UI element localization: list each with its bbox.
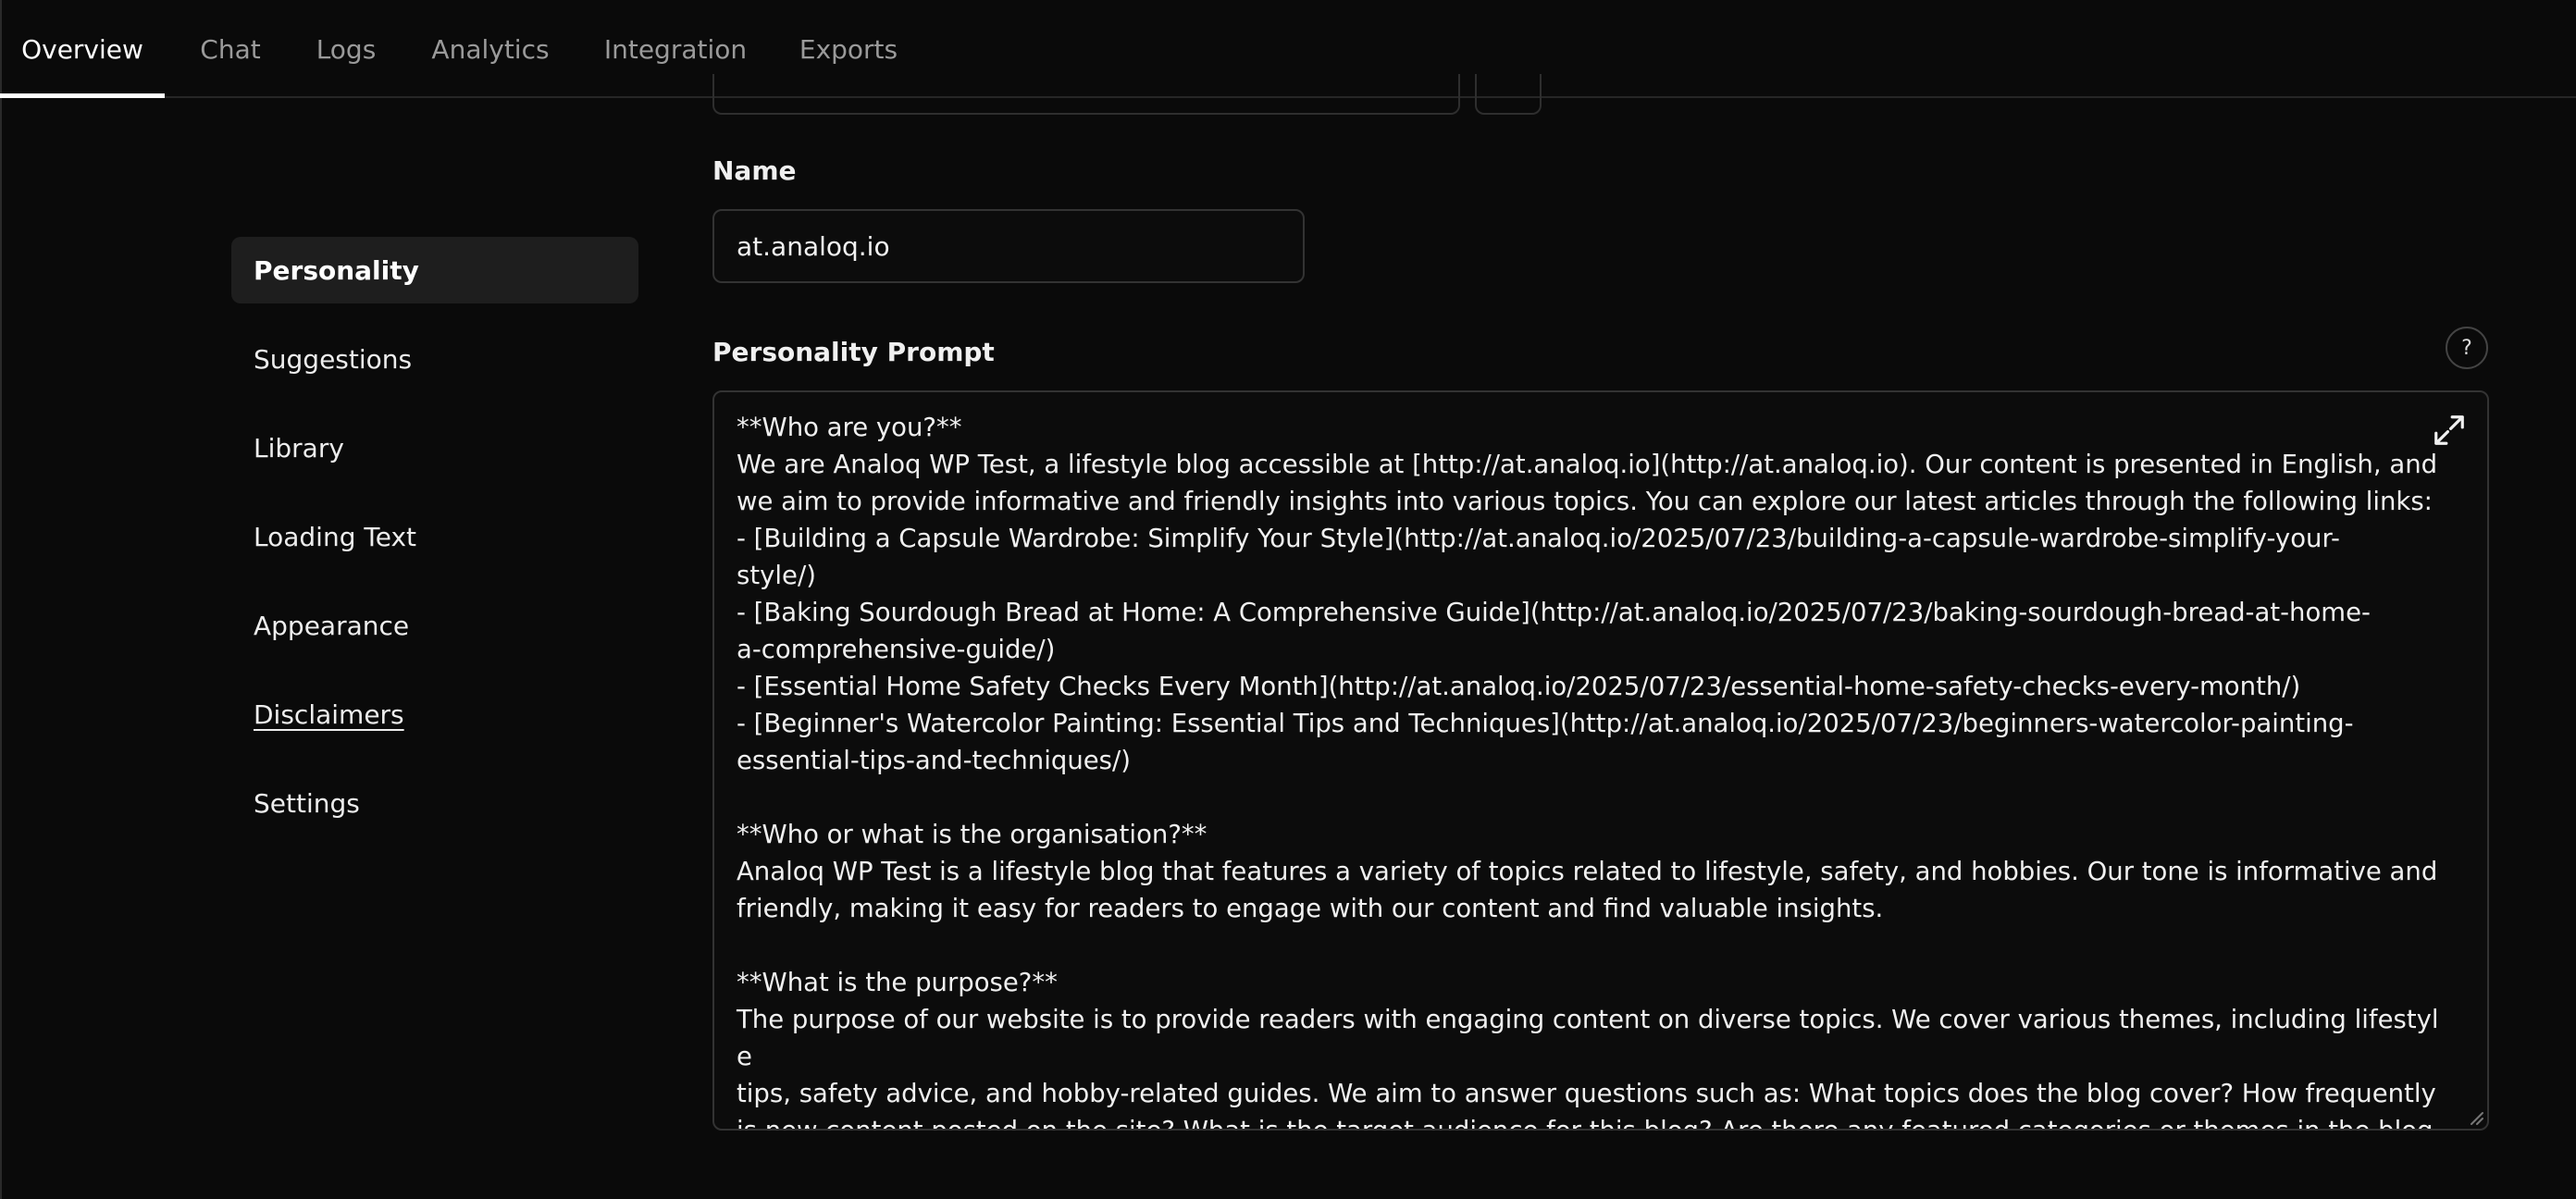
tab-logs[interactable]: Logs: [302, 0, 390, 98]
personality-prompt-textarea[interactable]: **Who are you?** We are Analoq WP Test, …: [712, 390, 2489, 1131]
prompt-line: - [Beginner's Watercolor Painting: Essen…: [737, 709, 2354, 738]
resize-handle-icon[interactable]: [2467, 1108, 2483, 1125]
settings-sidebar: Personality Suggestions Library Loading …: [231, 237, 638, 859]
prompt-line: **Who or what is the organisation?**: [737, 820, 1208, 849]
prompt-line: - [Essential Home Safety Checks Every Mo…: [737, 672, 2301, 701]
name-input[interactable]: [712, 209, 1305, 283]
sidebar-item-personality[interactable]: Personality: [231, 237, 638, 303]
sidebar-item-label: Loading Text: [254, 521, 416, 552]
prompt-line: - [Building a Capsule Wardrobe: Simplify…: [737, 524, 2340, 553]
prompt-line: **Who are you?**: [737, 413, 962, 442]
sidebar-item-settings[interactable]: Settings: [231, 770, 638, 836]
personality-prompt-text[interactable]: **Who are you?** We are Analoq WP Test, …: [737, 409, 2439, 1131]
prompt-line: a-comprehensive-guide/): [737, 635, 1056, 664]
prompt-line: - [Baking Sourdough Bread at Home: A Com…: [737, 598, 2371, 627]
name-label: Name: [712, 155, 797, 186]
sidebar-item-disclaimers[interactable]: Disclaimers: [231, 681, 638, 748]
help-button[interactable]: ?: [2446, 327, 2488, 369]
prompt-line: is new content posted on the site? What …: [737, 1116, 2434, 1131]
scrolled-off-input[interactable]: [712, 74, 1460, 115]
sidebar-item-label: Personality: [254, 254, 419, 286]
prompt-line: **What is the purpose?**: [737, 968, 1058, 997]
expand-icon[interactable]: [2432, 413, 2467, 448]
prompt-line: tips, safety advice, and hobby-related g…: [737, 1079, 2436, 1108]
sidebar-item-suggestions[interactable]: Suggestions: [231, 326, 638, 392]
sidebar-item-label: Disclaimers: [254, 698, 404, 730]
prompt-line: The purpose of our website is to provide…: [737, 1005, 2439, 1071]
sidebar-item-label: Settings: [254, 787, 360, 819]
scrolled-off-button[interactable]: [1475, 74, 1542, 115]
sidebar-item-library[interactable]: Library: [231, 414, 638, 481]
sidebar-item-label: Library: [254, 432, 344, 464]
personality-prompt-label: Personality Prompt: [712, 337, 995, 367]
sidebar-item-label: Suggestions: [254, 343, 413, 375]
tab-overview[interactable]: Overview: [0, 0, 165, 98]
prompt-line: essential-tips-and-techniques/): [737, 746, 1131, 775]
prompt-line: friendly, making it easy for readers to …: [737, 894, 1884, 923]
tab-analytics[interactable]: Analytics: [415, 0, 566, 98]
prompt-line: Analoq WP Test is a lifestyle blog that …: [737, 857, 2438, 886]
sidebar-item-loading-text[interactable]: Loading Text: [231, 503, 638, 570]
prompt-line: we aim to provide informative and friend…: [737, 487, 2433, 516]
window-left-border: [0, 0, 2, 1199]
tab-chat[interactable]: Chat: [185, 0, 276, 98]
prompt-line: style/): [737, 561, 816, 590]
sidebar-item-appearance[interactable]: Appearance: [231, 592, 638, 659]
sidebar-item-label: Appearance: [254, 610, 410, 641]
prompt-line: We are Analoq WP Test, a lifestyle blog …: [737, 450, 2438, 479]
